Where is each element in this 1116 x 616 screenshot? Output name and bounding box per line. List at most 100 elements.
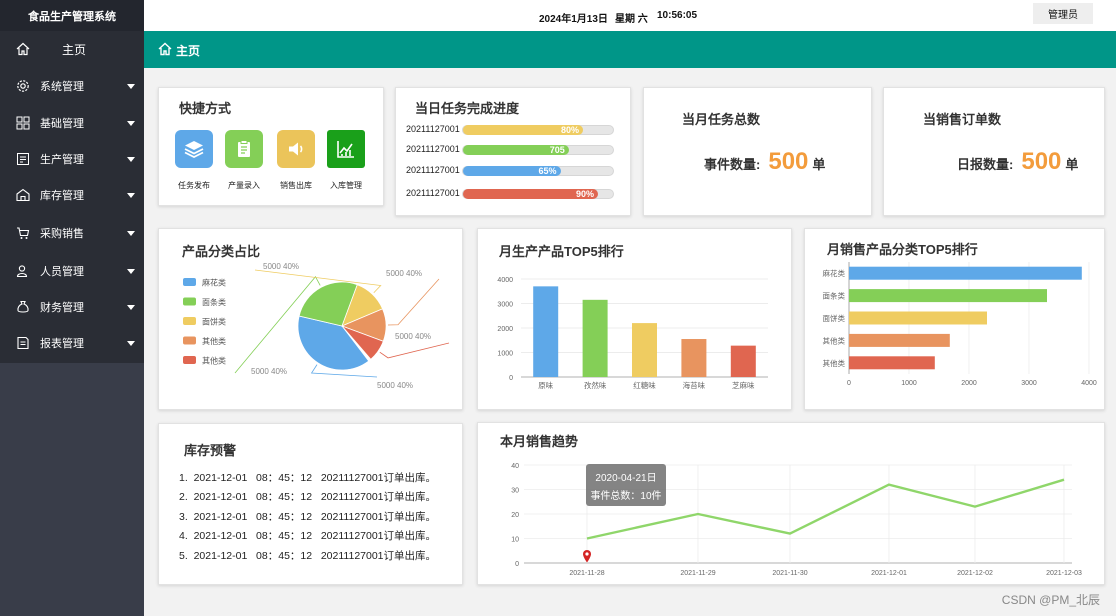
map-pin-icon — [583, 550, 591, 563]
tooltip-date: 2020-04-21日 — [595, 473, 657, 484]
legend-swatch — [183, 297, 196, 306]
bar — [849, 356, 935, 370]
y-tick-label: 4000 — [497, 277, 513, 284]
sidebar-item-label: 生产管理 — [40, 154, 84, 166]
chevron-down-icon — [127, 192, 135, 198]
progress-track: 80% — [462, 125, 614, 135]
chevron-down-icon — [127, 304, 135, 310]
sidebar-item-personnel[interactable]: 人员管理 — [0, 253, 144, 289]
inbound-management-button[interactable] — [327, 130, 365, 168]
money-bag-icon — [17, 300, 29, 313]
x-tick-label: 红糖味 — [633, 380, 656, 390]
legend-label: 面条类 — [202, 297, 226, 307]
sidebar-item-label: 财务管理 — [40, 302, 84, 314]
sidebar-item-label: 基础管理 — [40, 118, 84, 130]
legend-swatch — [183, 356, 196, 364]
y-tick-label: 麻花类 — [823, 268, 846, 278]
header-date: 2024年1月13日 — [539, 14, 608, 25]
card-title: 当月任务总数 — [682, 112, 761, 127]
user-menu-button[interactable]: 管理员 — [1033, 3, 1093, 24]
chevron-down-icon — [127, 120, 135, 126]
chevron-down-icon — [127, 268, 135, 274]
chevron-down-icon — [127, 156, 135, 162]
x-tick-label: 2021-11-29 — [680, 570, 715, 577]
tab-home[interactable]: 主页 — [176, 42, 200, 59]
card-title: 快捷方式 — [179, 101, 232, 116]
inventory-alert-card: 库存预警 1. 2021-12-01 08：45：12 20211127001订… — [158, 423, 463, 585]
task-publish-button[interactable] — [175, 130, 213, 168]
stat-label: 日报数量: — [957, 157, 1014, 172]
pie-leader-line — [379, 342, 450, 359]
legend-swatch — [183, 317, 196, 325]
progress-fill: 80% — [463, 125, 583, 135]
quick-access-card: 快捷方式 任务发布 产量录入 销售出库 入库管理 — [158, 87, 384, 206]
legend-label: 其他类 — [202, 336, 226, 346]
home-icon — [158, 42, 172, 56]
y-tick-label: 0 — [509, 375, 513, 382]
progress-id: 20211127001 — [406, 124, 460, 134]
sidebar-menu: 主页 系统管理 基础管理 生产管理 库存管理 采购销售 人员管理 财务管理 报表… — [0, 31, 144, 363]
stat-unit: 单 — [1065, 157, 1079, 172]
x-tick-label: 原味 — [538, 380, 553, 390]
list-item: 4. 2021-12-01 08：45：12 20211127001订单出库。 — [179, 530, 437, 542]
progress-fill: 65% — [463, 166, 561, 176]
bar — [849, 333, 950, 347]
sidebar-item-finance[interactable]: 财务管理 — [0, 289, 144, 325]
progress-fill: 705 — [463, 145, 569, 155]
chevron-down-icon — [127, 340, 135, 346]
sidebar-item-home[interactable]: 主页 — [0, 31, 144, 67]
sidebar-item-purchase-sales[interactable]: 采购销售 — [0, 215, 144, 251]
bar — [849, 289, 1047, 303]
quick-label: 入库管理 — [330, 181, 362, 190]
chevron-down-icon — [127, 230, 135, 236]
home-icon — [16, 42, 30, 56]
header-time: 10:56:05 — [657, 10, 698, 21]
report-icon — [17, 336, 29, 350]
grid-icon — [16, 116, 30, 130]
progress-track: 705 — [462, 145, 614, 155]
pie-slice-label: 5000 40% — [377, 381, 413, 390]
x-tick-label: 孜然味 — [584, 380, 607, 390]
y-tick-label: 40 — [511, 463, 519, 470]
clipboard-icon — [238, 140, 250, 157]
sidebar-item-reports[interactable]: 报表管理 — [0, 325, 144, 361]
y-tick-label: 30 — [511, 488, 519, 495]
bar — [533, 286, 559, 377]
x-tick-label: 3000 — [1021, 380, 1037, 387]
stat-value: 500 — [768, 148, 809, 175]
sales-top5-card: 月销售产品分类TOP5排行 0 1000 2000 3000 4000 麻花类 面条类 面饼类… — [804, 228, 1105, 410]
legend-label: 其他类 — [202, 356, 226, 366]
sidebar-item-label: 报表管理 — [40, 338, 84, 350]
progress-row: 20211127001 65% — [406, 165, 616, 177]
progress-row: 20211127001 705 — [406, 144, 616, 156]
sidebar-item-inventory[interactable]: 库存管理 — [0, 177, 144, 213]
sales-trend-line-chart: 0 10 20 30 40 2021-11-28 2021-11-29 2021-11-30 2… — [511, 463, 1082, 577]
stat-row: 日报数量: 500 单 — [957, 148, 1078, 176]
output-entry-button[interactable] — [225, 130, 263, 168]
stat-row: 事件数量: 500 单 — [704, 148, 825, 176]
daily-progress-card: 当日任务完成进度 20211127001 80% 20211127001 705 202… — [395, 87, 631, 216]
cart-icon — [17, 227, 30, 239]
speaker-icon — [289, 142, 303, 156]
sales-outbound-button[interactable] — [277, 130, 315, 168]
progress-id: 20211127001 — [406, 165, 460, 175]
stat-value: 500 — [1021, 148, 1062, 175]
legend-label: 面饼类 — [202, 317, 226, 327]
pie-slice-label: 5000 40% — [263, 262, 299, 271]
pie-leader-line — [387, 278, 440, 326]
sidebar-item-production[interactable]: 生产管理 — [0, 141, 144, 177]
legend-label: 麻花类 — [202, 278, 226, 288]
sidebar-item-system[interactable]: 系统管理 — [0, 68, 144, 104]
list-item: 5. 2021-12-01 08：45：12 20211127001订单出库。 — [179, 550, 437, 562]
pie-slice-label: 5000 40% — [251, 367, 287, 376]
layers-icon — [184, 141, 204, 159]
x-tick-label: 2021-12-03 — [1046, 570, 1082, 577]
y-tick-label: 3000 — [497, 302, 513, 309]
y-tick-label: 其他类 — [823, 358, 846, 368]
sidebar-item-basic[interactable]: 基础管理 — [0, 105, 144, 141]
x-tick-label: 2000 — [961, 380, 977, 387]
progress-fill: 90% — [463, 189, 598, 199]
progress-track: 65% — [462, 166, 614, 176]
sidebar: 食品生产管理系统 主页 系统管理 基础管理 生产管理 库存管理 采购销售 人员管… — [0, 0, 144, 616]
tab-bar: 主页 — [144, 31, 1116, 68]
